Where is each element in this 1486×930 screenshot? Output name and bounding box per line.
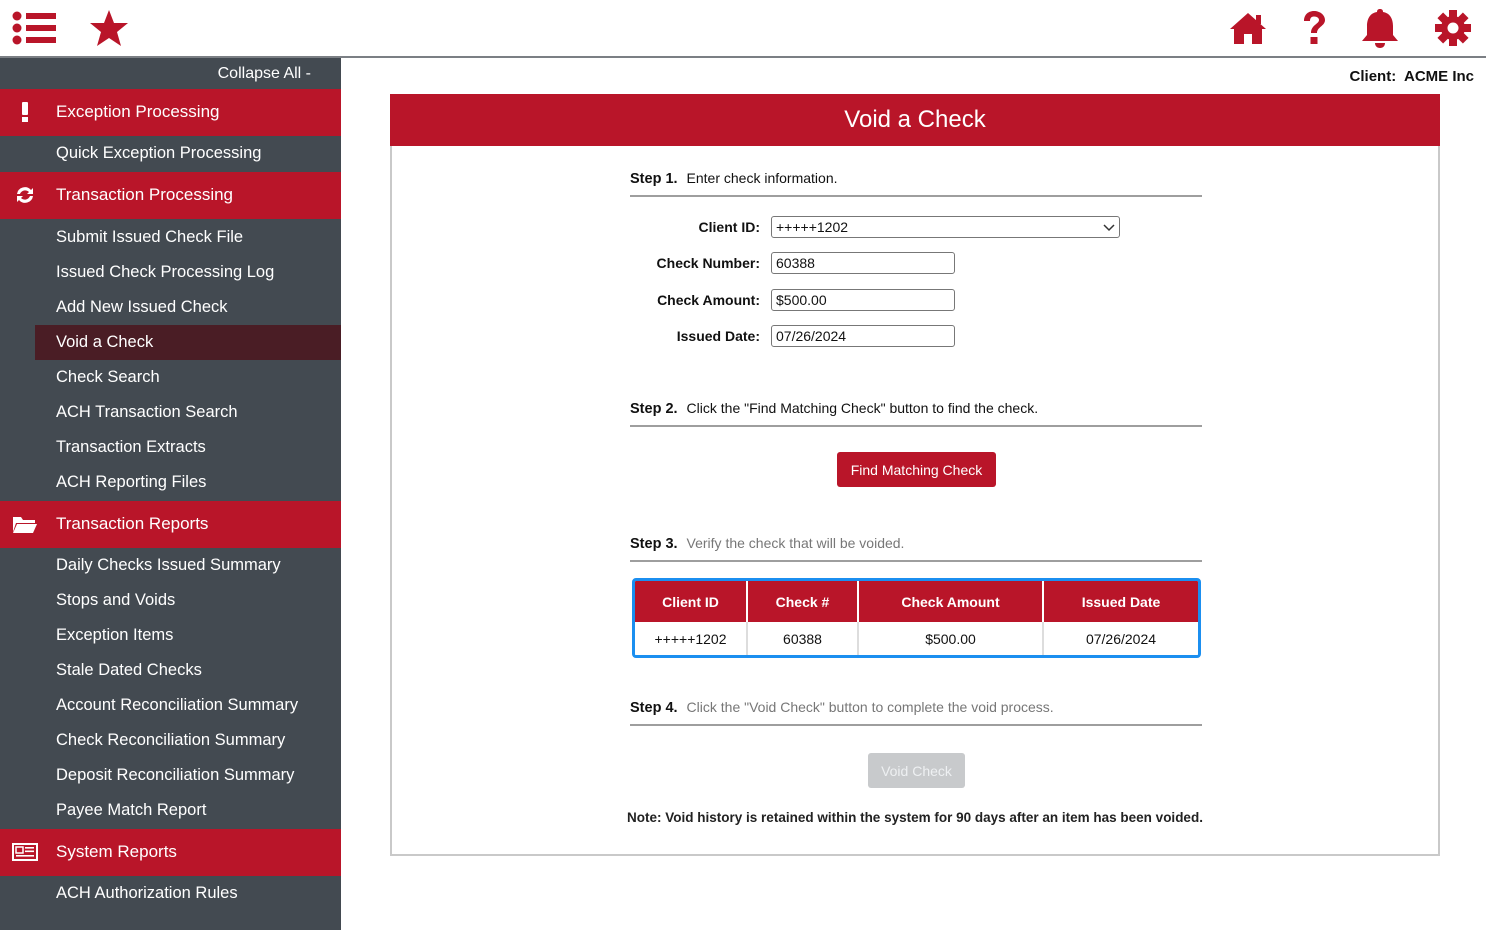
refresh-icon bbox=[12, 172, 38, 217]
sidebar-item-daily-checks-issued-summary[interactable]: Daily Checks Issued Summary bbox=[0, 548, 341, 583]
sidebar-item-stops-and-voids[interactable]: Stops and Voids bbox=[0, 583, 341, 618]
column-header-check-number: Check # bbox=[748, 581, 859, 622]
cell-issued-date: 07/26/2024 bbox=[1044, 622, 1198, 655]
client-label: Client: bbox=[1349, 68, 1397, 85]
check-number-row: Check Number: bbox=[630, 252, 955, 274]
step-4-label: Step 4. bbox=[630, 700, 678, 716]
sidebar-item-ach-authorization-rules[interactable]: ACH Authorization Rules bbox=[0, 876, 341, 911]
step-2-label: Step 2. bbox=[630, 401, 678, 417]
sidebar-section-system-reports[interactable]: System Reports bbox=[0, 829, 341, 876]
step-2-text: Click the "Find Matching Check" button t… bbox=[686, 400, 1039, 416]
sidebar-item-ach-transaction-search[interactable]: ACH Transaction Search bbox=[0, 395, 341, 430]
issued-date-label: Issued Date: bbox=[676, 328, 760, 344]
check-number-input[interactable] bbox=[771, 252, 955, 274]
sidebar-section-transaction-processing[interactable]: Transaction Processing bbox=[0, 172, 341, 219]
sidebar-section-label: System Reports bbox=[56, 842, 177, 861]
void-check-panel: Void a Check Step 1. Enter check informat… bbox=[390, 94, 1440, 856]
client-name: ACME Inc bbox=[1403, 68, 1474, 85]
sidebar: Collapse All - Exception Processing Quic… bbox=[0, 58, 341, 930]
issued-date-input[interactable] bbox=[771, 325, 955, 347]
step-2: Step 2. Click the "Find Matching Check" b… bbox=[630, 400, 1202, 427]
sidebar-item-account-reconciliation-summary[interactable]: Account Reconciliation Summary bbox=[0, 688, 341, 723]
bell-icon[interactable] bbox=[1358, 6, 1402, 50]
gear-icon[interactable] bbox=[1431, 6, 1475, 50]
home-icon[interactable] bbox=[1226, 6, 1270, 50]
step-1-label: Step 1. bbox=[630, 171, 678, 187]
sidebar-item-ach-reporting-files[interactable]: ACH Reporting Files bbox=[0, 465, 341, 500]
sidebar-item-exception-items[interactable]: Exception Items bbox=[0, 618, 341, 653]
column-header-check-amount: Check Amount bbox=[859, 581, 1044, 622]
sidebar-item-payee-match-report[interactable]: Payee Match Report bbox=[0, 793, 341, 828]
void-history-note: Note: Void history is retained within th… bbox=[627, 810, 1203, 825]
chevron-down-icon bbox=[1103, 219, 1115, 235]
check-amount-label: Check Amount: bbox=[657, 292, 760, 308]
client-id-value: +++++1202 bbox=[776, 219, 849, 235]
matching-check-table: Client ID Check # Check Amount Issued Da… bbox=[632, 578, 1201, 658]
page-title: Void a Check bbox=[390, 94, 1440, 146]
sidebar-section-label: Transaction Reports bbox=[56, 514, 209, 533]
column-header-issued-date: Issued Date bbox=[1044, 581, 1198, 622]
star-icon[interactable] bbox=[87, 6, 131, 50]
client-id-label: Client ID: bbox=[698, 219, 760, 235]
client-id-select[interactable]: +++++1202 bbox=[771, 216, 1120, 238]
table-row[interactable]: +++++1202 60388 $500.00 07/26/2024 bbox=[635, 622, 1198, 655]
step-3-label: Step 3. bbox=[630, 536, 678, 552]
sidebar-item-add-new-issued-check[interactable]: Add New Issued Check bbox=[0, 290, 341, 325]
sidebar-item-deposit-reconciliation-summary[interactable]: Deposit Reconciliation Summary bbox=[0, 758, 341, 793]
exclamation-icon bbox=[12, 89, 38, 134]
client-indicator: Client: ACME Inc bbox=[1350, 68, 1474, 85]
list-icon[interactable] bbox=[12, 6, 56, 50]
sidebar-item-quick-exception-processing[interactable]: Quick Exception Processing bbox=[0, 136, 341, 171]
folder-open-icon bbox=[12, 501, 38, 546]
step-4: Step 4. Click the "Void Check" button to … bbox=[630, 699, 1202, 726]
sidebar-item-issued-check-processing-log[interactable]: Issued Check Processing Log bbox=[0, 255, 341, 290]
sidebar-item-check-reconciliation-summary[interactable]: Check Reconciliation Summary bbox=[0, 723, 341, 758]
step-3-text: Verify the check that will be voided. bbox=[686, 535, 905, 551]
help-icon[interactable] bbox=[1292, 6, 1336, 50]
check-number-label: Check Number: bbox=[656, 255, 760, 271]
check-amount-input[interactable] bbox=[771, 289, 955, 311]
check-amount-row: Check Amount: bbox=[630, 289, 955, 311]
issued-date-row: Issued Date: bbox=[630, 325, 955, 347]
cell-client-id: +++++1202 bbox=[635, 622, 748, 655]
sidebar-section-transaction-reports[interactable]: Transaction Reports bbox=[0, 501, 341, 548]
cell-check-amount: $500.00 bbox=[859, 622, 1044, 655]
sidebar-section-label: Transaction Processing bbox=[56, 185, 234, 204]
collapse-all-button[interactable]: Collapse All - bbox=[0, 58, 341, 89]
step-3: Step 3. Verify the check that will be voi… bbox=[630, 535, 1202, 562]
sidebar-item-check-search[interactable]: Check Search bbox=[0, 360, 341, 395]
sidebar-section-label: Exception Processing bbox=[56, 102, 220, 121]
client-id-row: Client ID: +++++1202 bbox=[630, 216, 1120, 238]
sidebar-section-exception-processing[interactable]: Exception Processing bbox=[0, 89, 341, 136]
column-header-client-id: Client ID bbox=[635, 581, 748, 622]
find-matching-check-button[interactable]: Find Matching Check bbox=[837, 452, 996, 487]
void-check-button[interactable]: Void Check bbox=[868, 753, 965, 788]
top-bar bbox=[0, 0, 1486, 58]
step-1-text: Enter check information. bbox=[686, 170, 838, 186]
sidebar-item-submit-issued-check-file[interactable]: Submit Issued Check File bbox=[0, 220, 341, 255]
step-1: Step 1. Enter check information. bbox=[630, 170, 1202, 197]
newspaper-icon bbox=[12, 829, 38, 874]
sidebar-item-void-a-check[interactable]: Void a Check bbox=[35, 325, 341, 360]
cell-check-number: 60388 bbox=[748, 622, 859, 655]
table-header-row: Client ID Check # Check Amount Issued Da… bbox=[635, 581, 1198, 622]
step-4-text: Click the "Void Check" button to complet… bbox=[686, 699, 1054, 715]
sidebar-item-transaction-extracts[interactable]: Transaction Extracts bbox=[0, 430, 341, 465]
sidebar-item-stale-dated-checks[interactable]: Stale Dated Checks bbox=[0, 653, 341, 688]
